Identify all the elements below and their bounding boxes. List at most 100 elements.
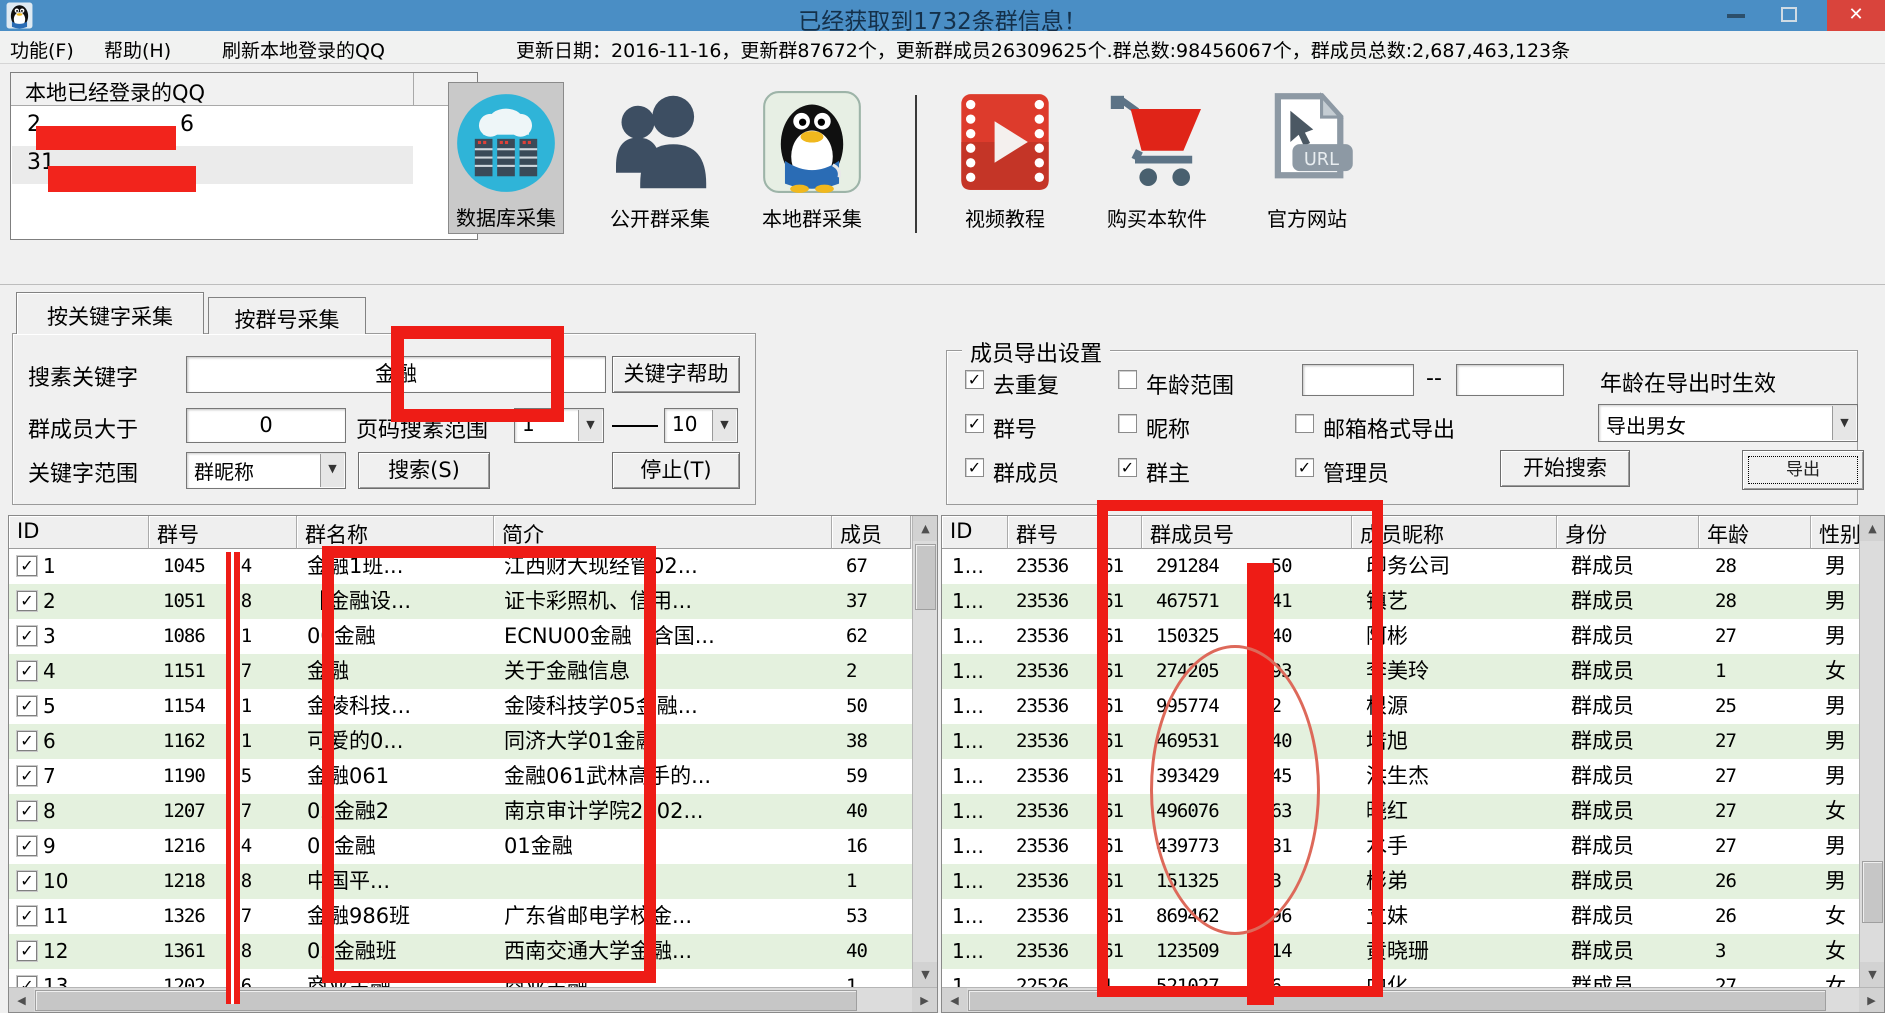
row-checkbox[interactable]: ✓	[17, 836, 37, 856]
maximize-button[interactable]	[1781, 7, 1797, 22]
toolbar-button-buy-software[interactable]: 购买本软件	[1092, 82, 1222, 234]
minimize-button[interactable]	[1727, 14, 1745, 18]
row-checkbox[interactable]: ✓	[17, 661, 37, 681]
group-row[interactable]: ✓81207702金融2南京审计学院2002...40	[9, 794, 912, 829]
column-header[interactable]: 群成员号	[1142, 516, 1352, 549]
checkbox-icon[interactable]: ✓	[965, 370, 984, 389]
checkbox-icon[interactable]	[1295, 414, 1314, 433]
member-row[interactable]: 1...235366146953140培旭群成员27男	[942, 724, 1859, 759]
scroll-up-icon[interactable]: ▲	[913, 516, 938, 541]
menu-item-function[interactable]: 功能(F)	[10, 36, 74, 63]
row-checkbox[interactable]: ✓	[17, 801, 37, 821]
close-button[interactable]: ✕	[1827, 0, 1885, 31]
scroll-left-icon[interactable]: ◀	[9, 988, 34, 1013]
checkbox-icon[interactable]: ✓	[965, 458, 984, 477]
scrollbar-thumb[interactable]	[35, 990, 857, 1011]
row-checkbox[interactable]: ✓	[17, 906, 37, 926]
toolbar-button-official-website[interactable]: URL 官方网站	[1248, 82, 1366, 234]
column-header[interactable]: 性别	[1811, 516, 1859, 549]
toolbar-button-local-group-collect[interactable]: 本地群采集	[752, 82, 872, 234]
checkbox-icon[interactable]: ✓	[965, 414, 984, 433]
toolbar-button-video-tutorial[interactable]: 视频教程	[948, 82, 1062, 234]
checkbox-icon[interactable]	[1118, 414, 1137, 433]
member-row[interactable]: 1...235366149607663晓红群成员27女	[942, 794, 1859, 829]
group-row[interactable]: ✓611621可爱的0...同济大学01金融38	[9, 724, 912, 759]
scrollbar-thumb[interactable]	[968, 990, 1826, 1011]
group-row[interactable]: ✓511541金陵科技...金陵科技学05金融...50	[9, 689, 912, 724]
column-header[interactable]: ID	[9, 516, 149, 549]
menu-item-help[interactable]: 帮助(H)	[104, 36, 171, 63]
group-row[interactable]: ✓91216401金融01金融16	[9, 829, 912, 864]
group-row[interactable]: ✓121361802金融班西南交通大学金融...40	[9, 934, 912, 969]
scroll-right-icon[interactable]: ▶	[912, 988, 937, 1013]
row-checkbox[interactable]: ✓	[17, 556, 37, 576]
group-row[interactable]: ✓210518【金融设...证卡彩照机、信用...37	[9, 584, 912, 619]
member-row[interactable]: 1...23536619957742根源群成员25男	[942, 689, 1859, 724]
group-row[interactable]: ✓711905金融061金融061武林高手的...59	[9, 759, 912, 794]
scroll-left-icon[interactable]: ◀	[942, 988, 967, 1013]
checkbox-icon[interactable]: ✓	[1295, 458, 1314, 477]
row-checkbox[interactable]: ✓	[17, 591, 37, 611]
group-row[interactable]: ✓1312026商业金融商业金融1	[9, 969, 912, 987]
cell-group-name: 金陵科技...	[297, 689, 494, 724]
menu-item-refresh-local-qq[interactable]: 刷新本地登录的QQ	[222, 36, 385, 63]
group-row[interactable]: ✓1113267金融986班广东省邮电学校金...53	[9, 899, 912, 934]
row-checkbox[interactable]: ✓	[17, 976, 37, 987]
column-header[interactable]: 成员昵称	[1352, 516, 1557, 549]
member-table-vscrollbar[interactable]: ▲ ▼	[1859, 516, 1884, 987]
member-row[interactable]: 1...235366127420593李美玲群成员1女	[942, 654, 1859, 689]
row-checkbox[interactable]: ✓	[17, 626, 37, 646]
group-table-vscrollbar[interactable]: ▲ ▼	[912, 516, 937, 987]
scrollbar-thumb[interactable]	[1862, 861, 1883, 923]
column-header[interactable]: 成员	[832, 516, 911, 549]
tab-collect-by-keyword[interactable]: 按关键字采集	[16, 292, 204, 334]
checkbox-icon[interactable]	[1118, 370, 1137, 389]
qq-account-row[interactable]: 2 6	[12, 108, 413, 146]
scroll-down-icon[interactable]: ▼	[1860, 962, 1885, 987]
toolbar-button-database-collect[interactable]: 数据库采集	[448, 82, 564, 234]
toolbar-button-public-group-collect[interactable]: 公开群采集	[598, 82, 722, 234]
member-row[interactable]: 1...235366143977331水手群成员27男	[942, 829, 1859, 864]
age-to-input[interactable]	[1456, 364, 1564, 396]
member-row[interactable]: 1...235366186946296立妹群成员26女	[942, 899, 1859, 934]
member-table-hscrollbar[interactable]: ◀ ▶	[942, 987, 1884, 1012]
column-header[interactable]: 群名称	[297, 516, 494, 549]
scroll-right-icon[interactable]: ▶	[1859, 988, 1884, 1013]
cell-number: 9957742	[1142, 689, 1352, 724]
column-header[interactable]: 群号	[1008, 516, 1142, 549]
chevron-down-icon[interactable]: ▼	[1832, 406, 1856, 440]
group-row[interactable]: ✓110454金融1班...江西财大现经管02...67	[9, 549, 912, 584]
member-row[interactable]: 1...235366146757141镇艺群成员28男	[942, 584, 1859, 619]
group-row[interactable]: ✓1012188中国平...1	[9, 864, 912, 899]
member-row[interactable]: 1...235366115032540阿彬群成员27男	[942, 619, 1859, 654]
scroll-up-icon[interactable]: ▲	[1860, 516, 1885, 541]
member-row[interactable]: 1...235366129128450印务公司群成员28男	[942, 549, 1859, 584]
row-checkbox[interactable]: ✓	[17, 696, 37, 716]
member-row[interactable]: 1...23536611513253彬弟群成员26男	[942, 864, 1859, 899]
group-row[interactable]: ✓31086100金融ECNU00金融（含国...62	[9, 619, 912, 654]
row-checkbox[interactable]: ✓	[17, 731, 37, 751]
checkbox-icon[interactable]: ✓	[1118, 458, 1137, 477]
row-checkbox[interactable]: ✓	[17, 941, 37, 961]
column-header[interactable]: 群号	[149, 516, 297, 549]
group-row[interactable]: ✓411517金融关于金融信息2	[9, 654, 912, 689]
export-button[interactable]: 导出	[1742, 450, 1864, 490]
group-table-hscrollbar[interactable]: ◀ ▶	[9, 987, 937, 1012]
age-from-input[interactable]	[1302, 364, 1414, 396]
member-row[interactable]: 1...235366139342945洪生杰群成员27男	[942, 759, 1859, 794]
column-header[interactable]: 年龄	[1699, 516, 1811, 549]
export-gender-select[interactable]: 导出男女 ▼	[1598, 404, 1858, 442]
member-row[interactable]: 12252615210276中化群成员27女	[942, 969, 1859, 987]
tab-collect-by-group-number[interactable]: 按群号采集	[208, 297, 366, 334]
scroll-down-icon[interactable]: ▼	[913, 962, 938, 987]
column-header[interactable]: 身份	[1557, 516, 1699, 549]
member-row[interactable]: 1...235366112350914黄晓珊群成员3女	[942, 934, 1859, 969]
column-header[interactable]: 简介	[494, 516, 832, 549]
scrollbar-thumb[interactable]	[915, 544, 936, 610]
start-search-button[interactable]: 开始搜索	[1500, 450, 1630, 487]
column-header[interactable]: ID	[942, 516, 1008, 549]
row-checkbox[interactable]: ✓	[17, 766, 37, 786]
qq-account-row[interactable]: 31	[12, 146, 413, 184]
row-checkbox[interactable]: ✓	[17, 871, 37, 891]
cell-number: 10518	[149, 584, 297, 619]
